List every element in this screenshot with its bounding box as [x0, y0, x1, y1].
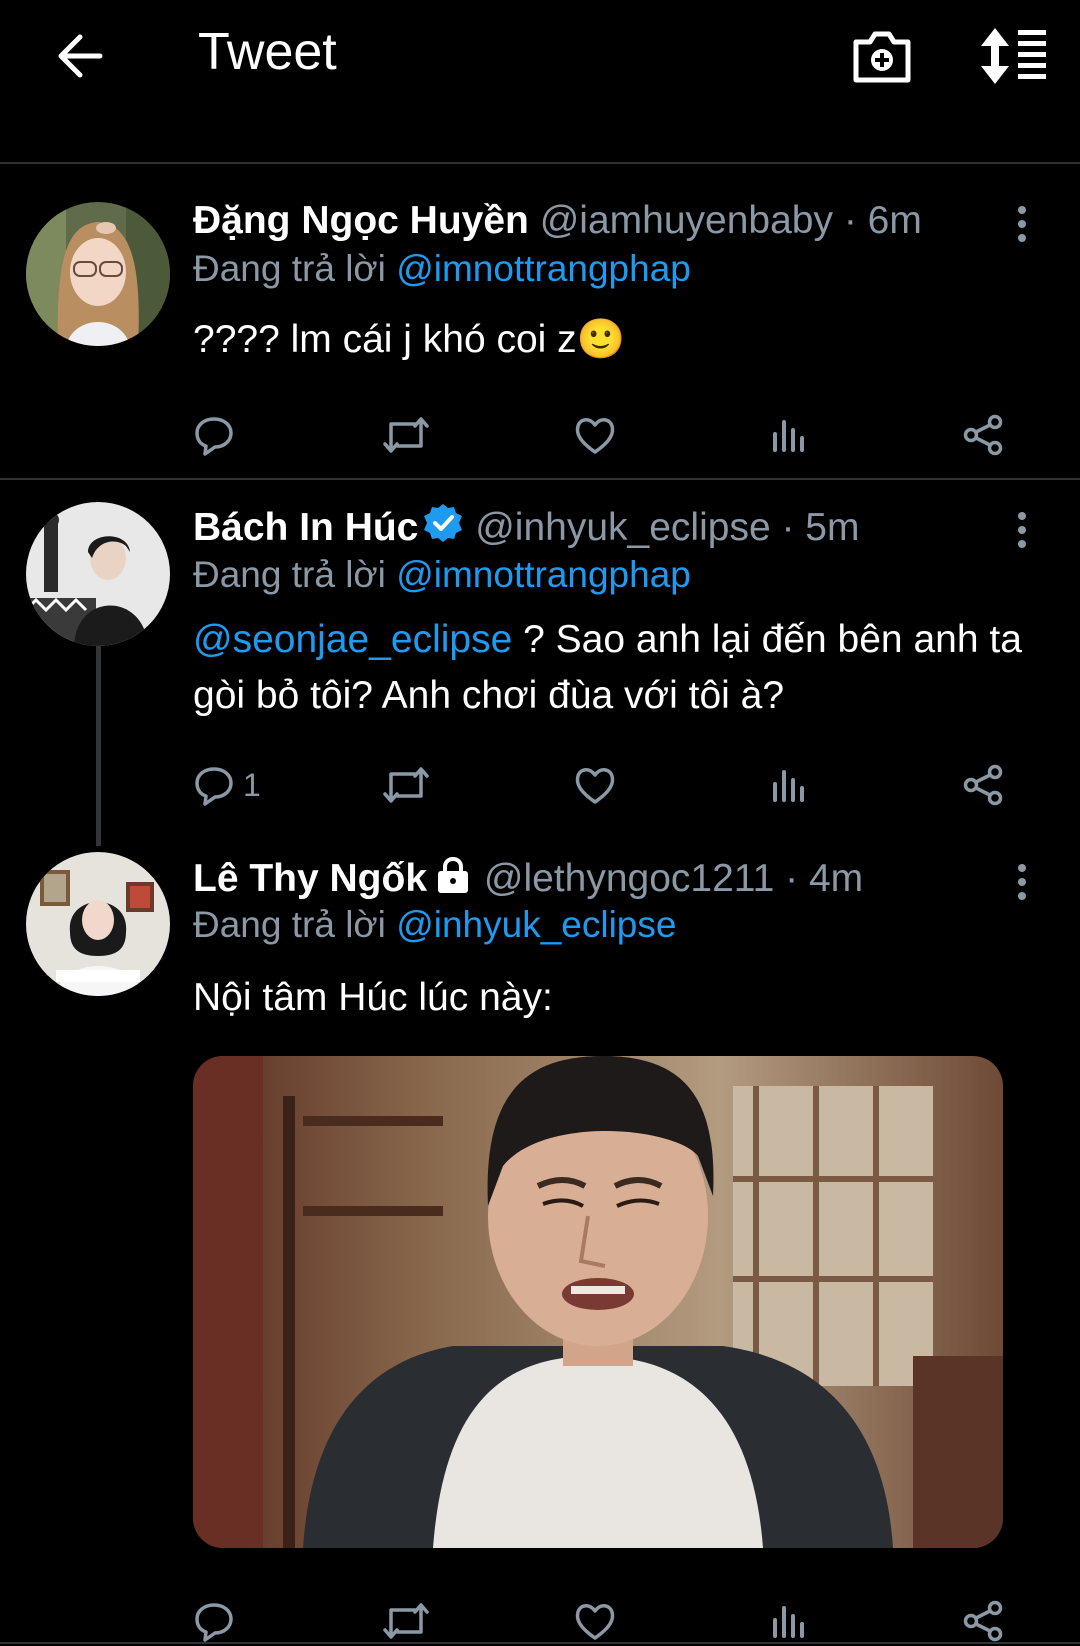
- lock-icon: [438, 856, 469, 893]
- more-options-icon[interactable]: [1010, 862, 1034, 902]
- like-button[interactable]: [573, 760, 617, 810]
- heart-icon: [575, 1604, 615, 1640]
- tweet-text: @seonjae_eclipse ? Sao anh lại đến bên a…: [193, 612, 1040, 724]
- share-button[interactable]: [961, 760, 1005, 810]
- more-options-icon[interactable]: [1010, 204, 1034, 244]
- reply-button[interactable]: [193, 410, 235, 460]
- user-handle[interactable]: @lethyngoc1211: [484, 857, 774, 900]
- smile-emoji: 🙂: [576, 318, 626, 361]
- page-title: Tweet: [198, 23, 337, 81]
- reply-icon: [195, 767, 233, 806]
- tweet-1[interactable]: Đặng Ngọc Huyền @iamhuyenbaby · 6m Đang …: [0, 164, 1080, 480]
- tweet-time: · 4m: [785, 857, 864, 900]
- retweet-icon: [383, 767, 429, 803]
- share-icon: [963, 1600, 1003, 1642]
- tweet-text: Nội tâm Húc lúc này:: [193, 976, 553, 1019]
- divider: [0, 1642, 1080, 1644]
- tweet-text-content: ???? lm cái j khó coi z: [193, 318, 577, 361]
- reply-mention-link[interactable]: @inhyuk_eclipse: [396, 904, 676, 945]
- avatar[interactable]: [26, 852, 170, 996]
- back-arrow-icon[interactable]: [50, 26, 110, 86]
- display-name[interactable]: Lê Thy Ngốk: [193, 857, 427, 900]
- retweet-icon: [383, 417, 429, 453]
- retweet-button[interactable]: [381, 760, 431, 810]
- top-bar: Tweet: [0, 0, 1080, 164]
- share-button[interactable]: [961, 1596, 1005, 1646]
- tweet-header: Bách In Húc @inhyuk_eclipse · 5m: [193, 502, 1040, 552]
- replying-to-label: Đang trả lời: [193, 904, 397, 945]
- analytics-button[interactable]: [769, 410, 809, 460]
- share-button[interactable]: [961, 410, 1005, 460]
- tweet-header: Đặng Ngọc Huyền @iamhuyenbaby · 6m: [193, 196, 1040, 246]
- replying-to: Đang trả lời @imnottrangphap: [193, 550, 691, 600]
- tweet-time: · 5m: [781, 506, 860, 549]
- like-button[interactable]: [573, 410, 617, 460]
- reply-count: 1: [243, 766, 261, 803]
- heart-icon: [575, 418, 615, 454]
- tweet-media-image[interactable]: [193, 1056, 1003, 1548]
- like-button[interactable]: [573, 1596, 617, 1646]
- tweet-text-line-2: gòi bỏ tôi? Anh chơi đùa với tôi à?: [193, 674, 785, 717]
- reply-button[interactable]: 1: [193, 760, 261, 810]
- body-mention-link[interactable]: @seonjae_eclipse: [193, 618, 512, 661]
- replying-to: Đang trả lời @imnottrangphap: [193, 244, 691, 294]
- replying-to-label: Đang trả lời: [193, 554, 397, 595]
- share-icon: [963, 764, 1003, 806]
- replying-to-label: Đang trả lời: [193, 248, 397, 289]
- avatar[interactable]: [26, 502, 170, 646]
- verified-badge-icon: [424, 504, 463, 542]
- tweet-2[interactable]: Bách In Húc @inhyuk_eclipse · 5m Đang tr…: [0, 480, 1080, 830]
- reply-icon: [195, 1603, 233, 1642]
- tweet-time: · 6m: [843, 199, 922, 242]
- analytics-button[interactable]: [769, 760, 809, 810]
- reply-mention-link[interactable]: @imnottrangphap: [396, 248, 691, 289]
- heart-icon: [575, 768, 615, 804]
- retweet-button[interactable]: [381, 410, 431, 460]
- reply-icon: [195, 417, 233, 456]
- tweet-actions: 1: [193, 760, 1023, 810]
- analytics-icon: [773, 770, 804, 802]
- display-name[interactable]: Đặng Ngọc Huyền: [193, 199, 529, 242]
- display-name[interactable]: Bách In Húc: [193, 506, 418, 549]
- user-handle[interactable]: @inhyuk_eclipse: [475, 506, 770, 549]
- retweet-icon: [383, 1603, 429, 1639]
- analytics-button[interactable]: [769, 1596, 809, 1646]
- tweet-header: Lê Thy Ngốk @lethyngoc1211 · 4m: [193, 854, 1040, 904]
- camera-add-icon[interactable]: [850, 24, 914, 88]
- retweet-button[interactable]: [381, 1596, 431, 1646]
- tweet-actions: [193, 410, 1023, 460]
- sort-replies-icon[interactable]: [978, 24, 1050, 88]
- analytics-icon: [773, 1606, 804, 1638]
- share-icon: [963, 414, 1003, 456]
- user-handle[interactable]: @iamhuyenbaby: [540, 199, 833, 242]
- more-options-icon[interactable]: [1010, 510, 1034, 550]
- tweet-actions: [193, 1596, 1023, 1646]
- analytics-icon: [773, 420, 804, 452]
- reply-mention-link[interactable]: @imnottrangphap: [396, 554, 691, 595]
- reply-button[interactable]: [193, 1596, 235, 1646]
- replying-to: Đang trả lời @inhyuk_eclipse: [193, 900, 676, 950]
- tweet-text: ???? lm cái j khó coi z🙂: [193, 312, 1020, 368]
- tweet-text-line-1: ? Sao anh lại đến bên anh ta: [512, 618, 1022, 661]
- avatar[interactable]: [26, 202, 170, 346]
